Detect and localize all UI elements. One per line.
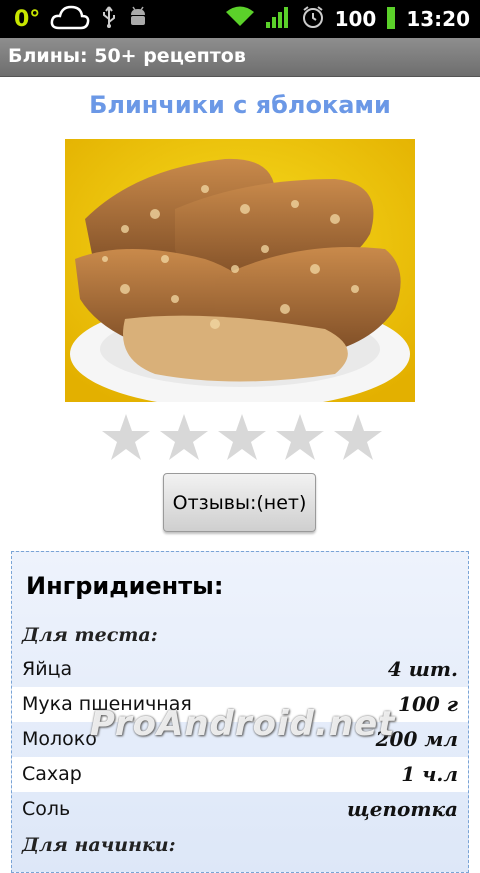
signal-icon	[265, 6, 291, 33]
wifi-icon	[225, 6, 255, 33]
app-title: Блины: 50+ рецептов	[8, 45, 246, 67]
ingredient-name: Яйца	[22, 658, 73, 680]
reviews-button[interactable]: Отзывы:(нет)	[163, 473, 316, 532]
ingredient-name: Соль	[22, 798, 71, 820]
battery-level: 100	[334, 7, 377, 31]
watermark: ProAndroid.net	[90, 704, 396, 744]
recipe-title: Блинчики с яблоками	[89, 91, 391, 119]
clock-time: 13:20	[406, 7, 470, 31]
ingredients-heading: Ингридиенты:	[26, 572, 224, 600]
section-filling: Для начинки:	[22, 834, 176, 856]
ingredient-row: Сахар 1 ч.л	[12, 757, 468, 792]
ingredient-qty: щепотка	[347, 797, 458, 821]
ingredient-qty: 1 ч.л	[401, 762, 458, 786]
ingredient-name: Сахар	[22, 763, 82, 785]
cloud-icon	[50, 4, 90, 34]
ingredient-name: Молоко	[22, 728, 97, 750]
ingredient-qty: 4 шт.	[387, 657, 458, 681]
alarm-icon	[301, 5, 325, 34]
usb-icon	[100, 5, 118, 33]
star-icon[interactable]	[216, 412, 268, 464]
recipe-photo	[65, 139, 415, 409]
star-icon[interactable]	[332, 412, 384, 464]
star-icon[interactable]	[100, 412, 152, 464]
status-bar: 0° 100 13:20	[0, 0, 480, 38]
android-debug-icon	[128, 6, 148, 32]
rating-stars[interactable]	[100, 412, 384, 464]
star-icon[interactable]	[274, 412, 326, 464]
battery-icon	[386, 5, 396, 34]
temperature: 0°	[14, 6, 41, 32]
ingredient-row: Яйца 4 шт.	[12, 652, 468, 687]
app-title-bar: Блины: 50+ рецептов	[0, 38, 480, 77]
ingredient-qty: 100 г	[398, 692, 458, 716]
star-icon[interactable]	[158, 412, 210, 464]
ingredient-row: Соль щепотка	[12, 792, 468, 827]
section-dough: Для теста:	[22, 624, 158, 646]
